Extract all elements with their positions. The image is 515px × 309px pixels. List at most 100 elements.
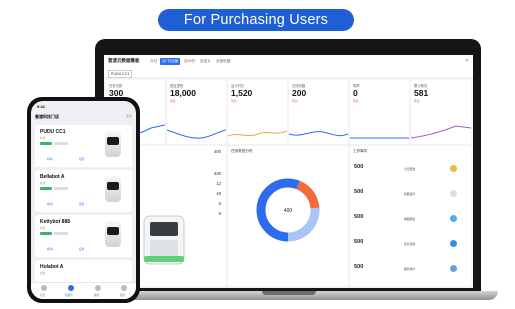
event-value: 500 bbox=[354, 189, 364, 195]
battery-chip bbox=[40, 187, 52, 190]
events-panel: 工作事件 500 今日配送 500 机器运行 500 地图更新 500 任务完成… bbox=[350, 146, 471, 286]
event-desc: 服务统计 bbox=[404, 267, 416, 271]
tab-today[interactable]: 今日 bbox=[148, 58, 159, 65]
robot-image bbox=[105, 176, 121, 202]
metric-value: 200 bbox=[292, 88, 307, 98]
stat-value: 5 bbox=[218, 201, 221, 206]
event-desc: 地图更新 bbox=[404, 217, 416, 221]
robot-name: Bellabot A bbox=[40, 174, 65, 180]
sparkline bbox=[411, 125, 471, 139]
call-button[interactable]: 呼叫 bbox=[47, 157, 53, 161]
phone-time: 9:41 bbox=[37, 104, 46, 109]
sparkline bbox=[350, 137, 409, 139]
metric-sub: 环比 bbox=[414, 99, 420, 103]
laptop-notch bbox=[262, 291, 316, 295]
metric-sub: 环比 bbox=[170, 99, 176, 103]
robot-icon[interactable] bbox=[68, 285, 74, 291]
delivery-device-image bbox=[143, 215, 185, 265]
robot-card[interactable]: Kettybot 888 在线 呼叫 任务 bbox=[35, 215, 132, 257]
metric-card: 在线机器 200 环比 bbox=[289, 80, 348, 144]
stat-value: 48 bbox=[216, 191, 221, 196]
phone-bottom-nav: 首页 机器人 数据 我的 bbox=[31, 282, 136, 299]
event-value: 500 bbox=[354, 264, 364, 270]
phone-screen: 9:41 普渡科技门店 更多 PUDU CC1 在线 呼叫 任务 Bellabo… bbox=[31, 101, 136, 299]
donut-title: 任务类型分布 bbox=[231, 149, 253, 153]
metric-sub: 环比 bbox=[353, 99, 359, 103]
call-button[interactable]: 呼叫 bbox=[47, 202, 53, 206]
donut-chart: 400 bbox=[256, 178, 320, 242]
metric-value: 1,520 bbox=[231, 88, 253, 98]
event-icon bbox=[450, 190, 457, 197]
metric-sub: 环比 bbox=[231, 99, 237, 103]
stat-value: 12 bbox=[216, 181, 221, 186]
event-icon bbox=[450, 165, 457, 172]
stat-value: 5 bbox=[218, 211, 221, 216]
robot-name: Holabot A bbox=[40, 264, 64, 270]
chart-icon[interactable] bbox=[95, 285, 101, 291]
nav-robots[interactable]: 机器人 bbox=[65, 293, 73, 297]
dashboard-filter-bar: PUDU CC1 bbox=[104, 69, 473, 78]
event-desc: 今日配送 bbox=[404, 167, 416, 171]
tab-30-days[interactable]: 近30日 bbox=[182, 58, 197, 65]
robot-card[interactable]: Holabot A 在线 bbox=[35, 260, 132, 284]
robot-name: PUDU CC1 bbox=[40, 129, 66, 135]
progress-bar bbox=[54, 142, 68, 145]
metric-card: 运行时长 1,520 环比 bbox=[228, 80, 287, 144]
robot-card[interactable]: PUDU CC1 在线 呼叫 任务 bbox=[35, 125, 132, 167]
robot-image bbox=[105, 221, 121, 247]
dashboard-topbar: 普渡云数据看板 今日 近7日运营 近30日 自定义 全部机器 ✕ bbox=[104, 55, 473, 70]
tab-7-days[interactable]: 近7日运营 bbox=[160, 58, 181, 65]
metric-value: 18,000 bbox=[170, 88, 196, 98]
sparkline bbox=[228, 130, 287, 137]
for-purchasing-users-badge: For Purchasing Users bbox=[158, 9, 354, 31]
phone-store-title[interactable]: 普渡科技门店 bbox=[35, 114, 59, 120]
event-value: 500 bbox=[354, 214, 364, 220]
metric-card: 配送里程 18,000 环比 bbox=[167, 80, 226, 144]
robot-status: 在线 bbox=[40, 182, 46, 185]
event-value: 500 bbox=[354, 164, 364, 170]
tab-all-robots[interactable]: 全部机器 bbox=[214, 58, 232, 65]
sparkline bbox=[167, 129, 226, 139]
dashboard-title: 普渡云数据看板 bbox=[108, 58, 140, 63]
battery-chip bbox=[40, 232, 52, 235]
donut-center-value: 400 bbox=[284, 208, 293, 214]
robot-status: 在线 bbox=[40, 227, 46, 230]
robot-status: 在线 bbox=[40, 137, 46, 140]
metric-value: 581 bbox=[414, 88, 429, 98]
task-button[interactable]: 任务 bbox=[79, 157, 85, 161]
event-desc: 机器运行 bbox=[404, 192, 416, 196]
phone-more-link[interactable]: 更多 bbox=[126, 114, 132, 118]
nav-profile[interactable]: 我的 bbox=[120, 293, 125, 297]
store-select[interactable]: PUDU CC1 bbox=[108, 70, 133, 78]
robot-status: 在线 bbox=[40, 272, 46, 275]
stat-value: 400 bbox=[213, 149, 221, 154]
task-button[interactable]: 任务 bbox=[79, 202, 85, 206]
call-button[interactable]: 呼叫 bbox=[47, 247, 53, 251]
stat-value: 330 bbox=[213, 171, 221, 176]
robot-image bbox=[105, 131, 121, 157]
event-desc: 任务完成 bbox=[404, 242, 416, 246]
nav-data[interactable]: 数据 bbox=[94, 293, 99, 297]
task-button[interactable]: 任务 bbox=[79, 247, 85, 251]
progress-bar bbox=[54, 232, 68, 235]
home-icon[interactable] bbox=[41, 285, 47, 291]
user-icon[interactable] bbox=[121, 285, 127, 291]
metric-sub: 环比 bbox=[292, 99, 298, 103]
battery-chip bbox=[40, 142, 52, 145]
metric-card: 累计服务 581 环比 bbox=[411, 80, 471, 144]
metric-value: 0 bbox=[353, 88, 358, 98]
event-icon bbox=[450, 240, 457, 247]
progress-bar bbox=[54, 187, 68, 190]
donut-panel: 任务类型分布 400 bbox=[228, 146, 348, 286]
event-value: 500 bbox=[354, 239, 364, 245]
sparkline bbox=[289, 131, 348, 137]
robot-name: Kettybot 888 bbox=[40, 219, 71, 225]
robot-card[interactable]: Bellabot A 在线 呼叫 任务 bbox=[35, 170, 132, 212]
metric-card: 故障 0 环比 bbox=[350, 80, 409, 144]
nav-home[interactable]: 首页 bbox=[40, 293, 45, 297]
close-icon[interactable]: ✕ bbox=[465, 58, 469, 64]
events-title: 工作事件 bbox=[353, 149, 368, 153]
event-icon bbox=[450, 265, 457, 272]
event-icon bbox=[450, 215, 457, 222]
tab-custom[interactable]: 自定义 bbox=[198, 58, 213, 65]
